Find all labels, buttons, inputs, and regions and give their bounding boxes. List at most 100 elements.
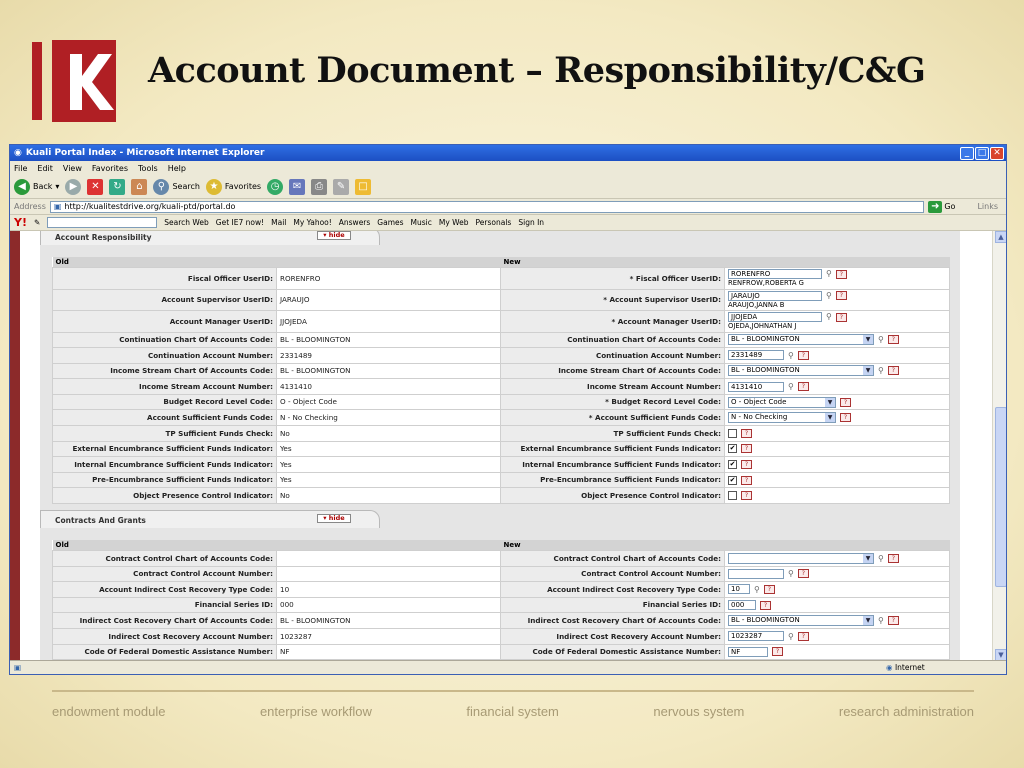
menu-file[interactable]: File [14, 164, 27, 173]
help-icon[interactable]: ? [887, 553, 899, 563]
pencil-icon[interactable]: ✎ [34, 218, 40, 227]
income-stream-account-input[interactable]: 4131410 [728, 381, 784, 392]
yahoo-logo-icon[interactable]: Y! [14, 216, 27, 229]
help-icon[interactable]: ? [887, 335, 899, 345]
object-presence-checkbox[interactable] [728, 491, 737, 501]
continuation-account-input[interactable]: 2331489 [728, 350, 784, 361]
table-row: Continuation Account Number: 2331489 Con… [52, 347, 950, 364]
cfda-number-input[interactable]: NF [728, 646, 768, 657]
maximize-button[interactable]: □ [975, 146, 989, 160]
help-icon[interactable]: ? [772, 647, 783, 657]
external-encumbrance-checkbox[interactable]: ✔ [728, 444, 737, 454]
contract-control-chart-select[interactable]: ▼ [728, 552, 874, 564]
refresh-icon[interactable]: ↻ [109, 178, 126, 195]
links-label[interactable]: Links [977, 202, 1006, 211]
back-button[interactable]: ◀ Back ▾ [14, 178, 59, 195]
account-manager-input[interactable]: JJOJEDA [728, 312, 822, 322]
help-icon[interactable]: ? [835, 291, 847, 300]
menu-view[interactable]: View [63, 164, 82, 173]
lookup-icon[interactable]: ⚲ [788, 632, 794, 641]
scroll-thumb[interactable] [995, 407, 1006, 587]
history-icon[interactable]: ◷ [267, 178, 284, 195]
lookup-icon[interactable]: ⚲ [788, 570, 794, 578]
mail-link[interactable]: Mail [271, 218, 286, 227]
help-icon[interactable]: ? [887, 366, 899, 376]
search-web-button[interactable]: Search Web [164, 218, 209, 227]
help-icon[interactable]: ? [835, 312, 847, 322]
print-icon[interactable]: ⎙ [311, 178, 328, 195]
lookup-icon[interactable]: ⚲ [878, 336, 884, 344]
help-icon[interactable]: ? [741, 491, 752, 501]
minimize-button[interactable]: _ [960, 146, 974, 160]
music-link[interactable]: Music [411, 218, 432, 227]
vertical-scrollbar[interactable]: ▲ ▼ [992, 231, 1006, 661]
lookup-icon[interactable]: ⚲ [826, 270, 832, 278]
address-input[interactable]: ▣ http://kualitestdrive.org/kuali-ptd/por… [49, 200, 925, 213]
lookup-icon[interactable]: ⚲ [826, 292, 832, 300]
tp-sufficient-funds-checkbox[interactable] [728, 428, 737, 438]
window-title: Kuali Portal Index - Microsoft Internet … [25, 148, 265, 158]
lookup-icon[interactable]: ⚲ [754, 585, 760, 594]
favorites-button[interactable]: ★ Favorites [205, 178, 261, 195]
help-icon[interactable]: ? [741, 460, 752, 470]
lookup-icon[interactable]: ⚲ [878, 367, 884, 375]
menu-edit[interactable]: Edit [37, 164, 53, 173]
pre-encumbrance-checkbox[interactable]: ✔ [728, 475, 737, 485]
help-icon[interactable]: ? [763, 584, 775, 594]
menu-tools[interactable]: Tools [138, 164, 158, 173]
income-stream-chart-select[interactable]: BL - BLOOMINGTON ▼ [728, 365, 874, 377]
fiscal-officer-input[interactable]: RORENFRO [728, 269, 822, 279]
help-icon[interactable]: ? [760, 600, 771, 610]
help-icon[interactable]: ? [741, 444, 752, 454]
icr-account-input[interactable]: 1023287 [728, 631, 784, 642]
folder-icon[interactable]: □ [355, 178, 372, 195]
icr-type-code-input[interactable]: 10 [728, 584, 750, 595]
stop-icon[interactable]: ✕ [87, 178, 104, 195]
go-button[interactable]: ➜ Go [928, 200, 955, 213]
contracts-grants-hide-button[interactable]: ▾ hide [317, 514, 351, 523]
lookup-icon[interactable]: ⚲ [788, 351, 794, 360]
help-icon[interactable]: ? [797, 631, 809, 641]
edit-icon[interactable]: ✎ [333, 178, 350, 195]
yahoo-search-input[interactable] [47, 217, 158, 228]
lookup-icon[interactable]: ⚲ [788, 383, 794, 391]
account-supervisor-name: ARAUJO,JANNA B [728, 300, 785, 309]
account-supervisor-input[interactable]: JARAUJO [728, 290, 822, 301]
icr-chart-select[interactable]: BL - BLOOMINGTON ▼ [728, 615, 874, 627]
help-icon[interactable]: ? [741, 475, 752, 485]
games-link[interactable]: Games [377, 218, 403, 227]
search-button[interactable]: ⚲ Search [153, 178, 200, 195]
internal-encumbrance-checkbox[interactable]: ✔ [728, 460, 737, 470]
financial-series-input[interactable]: 000 [728, 600, 756, 611]
account-responsibility-hide-button[interactable]: ▾ hide [317, 231, 351, 240]
help-icon[interactable]: ? [797, 382, 809, 392]
help-icon[interactable]: ? [797, 350, 809, 360]
help-icon[interactable]: ? [840, 397, 851, 407]
help-icon[interactable]: ? [835, 269, 847, 279]
window-titlebar: ◉ Kuali Portal Index - Microsoft Interne… [10, 145, 1006, 161]
contract-control-account-input[interactable] [728, 568, 784, 579]
close-button[interactable]: ✕ [990, 146, 1004, 160]
my-yahoo-link[interactable]: My Yahoo! [293, 218, 331, 227]
lookup-icon[interactable]: ⚲ [878, 554, 884, 563]
sign-in-link[interactable]: Sign In [518, 218, 544, 227]
help-icon[interactable]: ? [741, 428, 752, 438]
help-icon[interactable]: ? [840, 413, 851, 423]
forward-arrow-icon[interactable]: ▶ [65, 178, 82, 195]
answers-link[interactable]: Answers [339, 218, 371, 227]
get-ie7-link[interactable]: Get IE7 now! [216, 218, 264, 227]
home-icon[interactable]: ⌂ [131, 178, 148, 195]
menu-favorites[interactable]: Favorites [92, 164, 128, 173]
lookup-icon[interactable]: ⚲ [878, 617, 884, 625]
menu-help[interactable]: Help [168, 164, 186, 173]
my-web-link[interactable]: My Web [439, 218, 469, 227]
lookup-icon[interactable]: ⚲ [826, 313, 832, 321]
help-icon[interactable]: ? [797, 569, 809, 579]
continuation-chart-select[interactable]: BL - BLOOMINGTON ▼ [728, 334, 874, 346]
help-icon[interactable]: ? [887, 616, 899, 626]
mail-icon[interactable]: ✉ [289, 178, 306, 195]
sufficient-funds-select[interactable]: N - No Checking ▼ [728, 412, 836, 424]
budget-record-level-select[interactable]: O - Object Code ▼ [728, 396, 836, 408]
personals-link[interactable]: Personals [476, 218, 512, 227]
scroll-up-icon[interactable]: ▲ [995, 231, 1006, 243]
